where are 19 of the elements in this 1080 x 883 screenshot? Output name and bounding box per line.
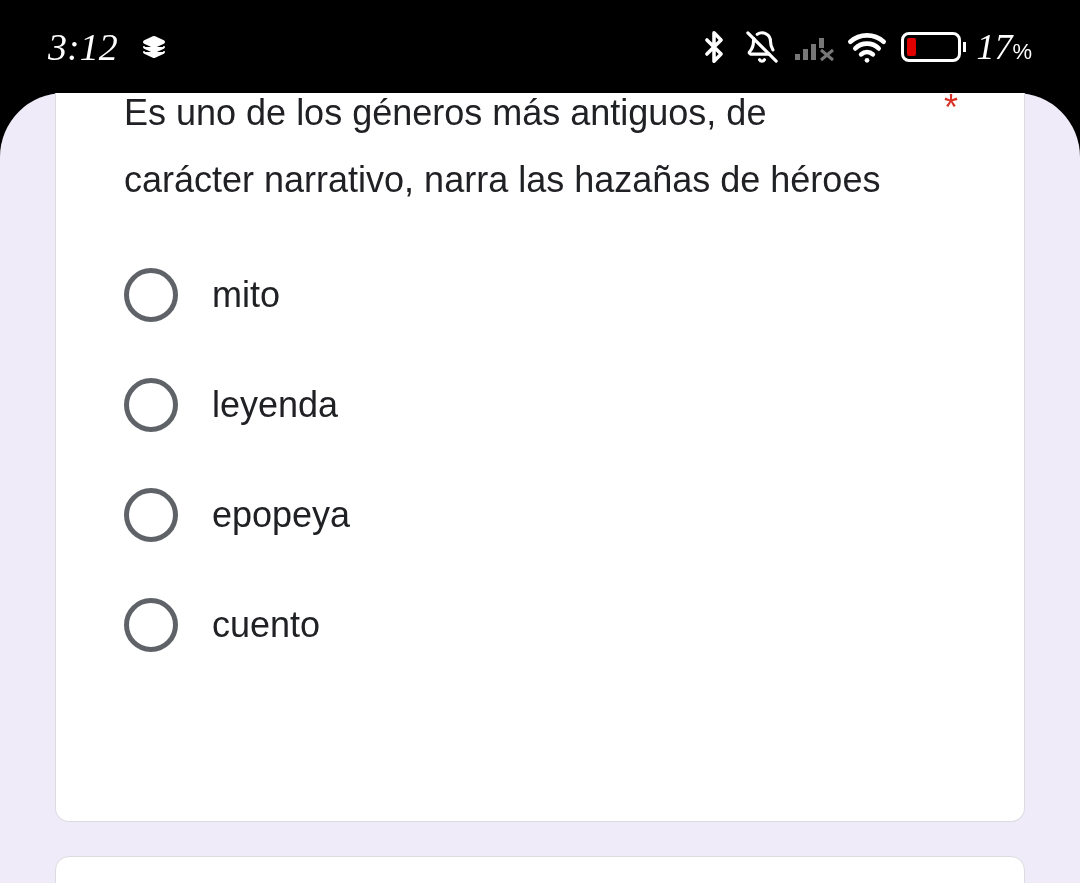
question-text: Es uno de los géneros más antiguos, de carácter narrativo, narra las hazañas de héroes: [124, 91, 882, 202]
battery-icon: [901, 31, 967, 62]
radio-option[interactable]: mito: [124, 269, 964, 321]
radio-option[interactable]: leyenda: [124, 379, 964, 431]
clock-time: 3:12: [48, 27, 118, 66]
option-label: epopeya: [212, 493, 351, 537]
required-asterisk: *: [944, 93, 958, 123]
layers-icon: [141, 34, 166, 59]
bell-off-icon: [745, 29, 780, 64]
radio-button[interactable]: [124, 268, 178, 322]
radio-option[interactable]: epopeya: [124, 489, 964, 541]
radio-button[interactable]: [124, 488, 178, 542]
radio-button[interactable]: [124, 378, 178, 432]
option-label: leyenda: [212, 383, 339, 427]
radio-option[interactable]: cuento: [124, 599, 964, 651]
radio-button[interactable]: [124, 598, 178, 652]
battery-percent: 17%: [976, 28, 1032, 65]
option-label: cuento: [212, 603, 321, 647]
option-label: mito: [212, 273, 280, 317]
